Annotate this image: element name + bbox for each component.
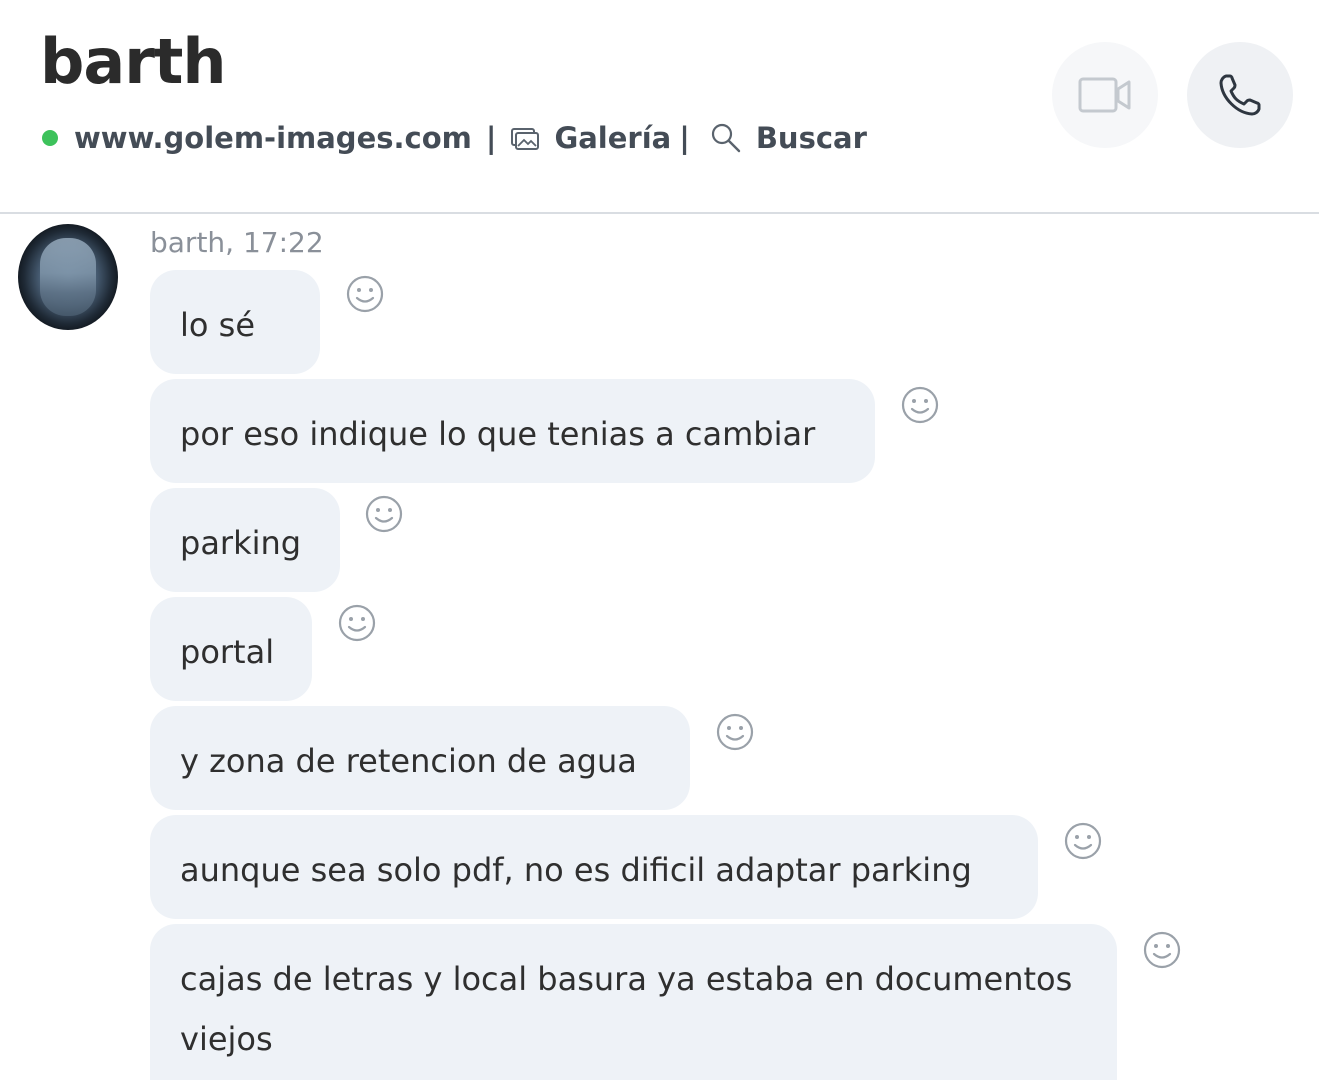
online-status-icon (42, 130, 58, 146)
message-text: cajas de letras y local basura ya estaba… (180, 960, 1073, 1058)
video-camera-icon (1078, 77, 1131, 113)
gallery-icon (510, 125, 540, 151)
smiley-icon[interactable] (1142, 930, 1182, 970)
message-bubble[interactable]: aunque sea solo pdf, no es dificil adapt… (150, 815, 1038, 919)
contact-subline: www.golem-images.com | Galería | Buscar (42, 116, 867, 160)
contact-name: barth (40, 25, 227, 98)
website-link[interactable]: www.golem-images.com (74, 121, 472, 155)
smiley-icon[interactable] (715, 712, 755, 752)
audio-call-button[interactable] (1187, 42, 1293, 148)
smiley-icon[interactable] (337, 603, 377, 643)
search-icon (710, 122, 742, 154)
message-list[interactable]: barth, 17:22 lo sé por eso indique lo qu… (0, 216, 1319, 1080)
smiley-icon[interactable] (1063, 821, 1103, 861)
avatar-image (40, 238, 96, 316)
smiley-icon[interactable] (364, 494, 404, 534)
message-bubble[interactable]: por eso indique lo que tenias a cambiar (150, 379, 875, 483)
video-call-button[interactable] (1052, 42, 1158, 148)
message-text: y zona de retencion de agua (180, 742, 637, 780)
chat-header: barth www.golem-images.com | Galería | B… (0, 0, 1319, 214)
phone-icon (1219, 74, 1261, 116)
message-text: aunque sea solo pdf, no es dificil adapt… (180, 851, 972, 889)
smiley-icon[interactable] (345, 274, 385, 314)
message-bubble[interactable]: lo sé (150, 270, 320, 374)
message-bubble[interactable]: parking (150, 488, 340, 592)
message-text: lo sé (180, 306, 255, 344)
smiley-icon[interactable] (900, 385, 940, 425)
message-bubble[interactable]: y zona de retencion de agua (150, 706, 690, 810)
separator: | (679, 121, 690, 155)
message-bubble[interactable]: cajas de letras y local basura ya estaba… (150, 924, 1117, 1080)
avatar[interactable] (18, 224, 118, 330)
message-text: por eso indique lo que tenias a cambiar (180, 415, 816, 453)
message-text: parking (180, 524, 302, 562)
gallery-link[interactable]: Galería (554, 121, 671, 155)
message-text: portal (180, 633, 275, 671)
message-bubble[interactable]: portal (150, 597, 312, 701)
separator: | (485, 121, 497, 155)
search-link[interactable]: Buscar (756, 121, 867, 155)
message-sender-time: barth, 17:22 (150, 226, 324, 259)
